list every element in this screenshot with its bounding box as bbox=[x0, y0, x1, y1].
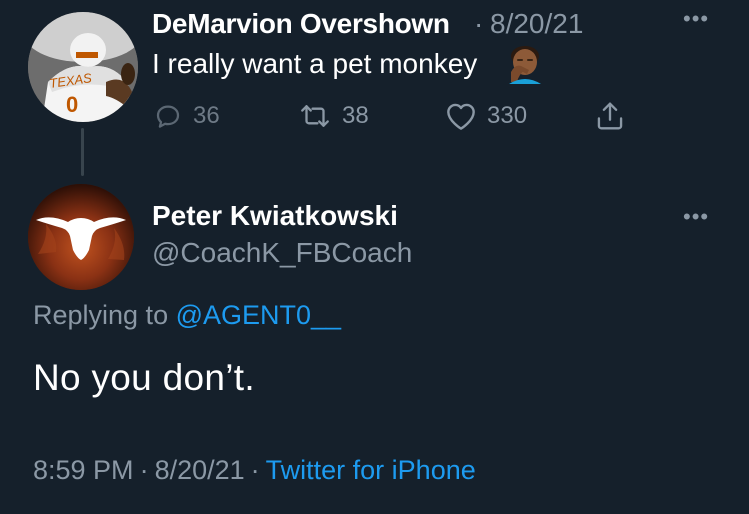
reply-more-button[interactable]: ••• bbox=[683, 206, 709, 228]
reply-date[interactable]: 8/20/21 bbox=[155, 455, 245, 485]
face-palm-emoji-icon bbox=[507, 44, 543, 84]
reply-count: 36 bbox=[193, 102, 220, 129]
tweet-author-name[interactable]: DeMarvion Overshown bbox=[152, 8, 450, 40]
retweet-icon bbox=[301, 105, 329, 127]
thread-connector-line bbox=[81, 128, 84, 176]
reply-source-link[interactable]: Twitter for iPhone bbox=[266, 455, 476, 485]
longhorn-logo-icon bbox=[28, 184, 134, 290]
meta-separator: · bbox=[139, 455, 149, 485]
reply-author-handle[interactable]: @CoachK_FBCoach bbox=[152, 237, 412, 269]
reply-action[interactable]: 36 bbox=[153, 99, 220, 133]
share-action[interactable] bbox=[595, 99, 625, 133]
reply-icon bbox=[156, 105, 180, 128]
retweet-action[interactable]: 38 bbox=[298, 99, 369, 133]
meta-separator: · bbox=[250, 455, 260, 485]
retweet-count: 38 bbox=[342, 102, 369, 129]
reply-text: No you don’t. bbox=[33, 357, 255, 398]
tweet-date-separator: · bbox=[474, 8, 484, 39]
heart-icon bbox=[447, 103, 475, 130]
svg-text:0: 0 bbox=[66, 92, 78, 117]
avatar-demarvion[interactable]: TEXAS 0 bbox=[28, 12, 138, 122]
like-count: 330 bbox=[487, 102, 528, 129]
tweet-date[interactable]: 8/20/21 bbox=[490, 8, 583, 40]
avatar-peter[interactable] bbox=[28, 184, 134, 290]
reply-time[interactable]: 8:59 PM bbox=[33, 455, 134, 485]
share-icon bbox=[597, 102, 623, 130]
reply-metadata: 8:59 PM · 8/20/21 · Twitter for iPhone bbox=[33, 455, 476, 486]
avatar-image: TEXAS 0 bbox=[28, 12, 138, 122]
replying-to-line: Replying to @AGENT0__ bbox=[33, 300, 341, 331]
tweet-text: I really want a pet monkey bbox=[152, 48, 478, 79]
tweet-more-button[interactable]: ••• bbox=[683, 8, 709, 30]
like-action[interactable]: 330 bbox=[445, 99, 527, 133]
reply-author-name[interactable]: Peter Kwiatkowski bbox=[152, 200, 398, 232]
replying-to-label: Replying to bbox=[33, 300, 169, 330]
replying-to-mention-link[interactable]: @AGENT0__ bbox=[176, 300, 341, 330]
